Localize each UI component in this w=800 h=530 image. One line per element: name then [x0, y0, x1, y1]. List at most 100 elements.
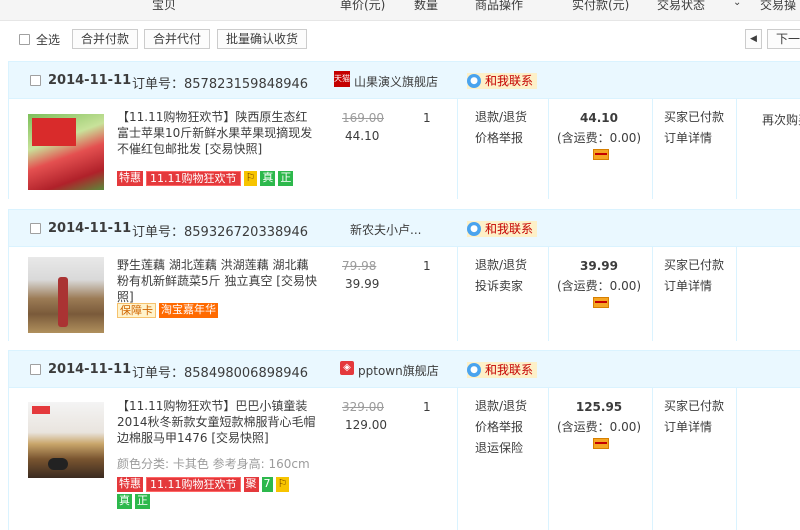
- tag-authentic: 正: [135, 494, 150, 509]
- col-header-more: 交易操: [760, 0, 797, 12]
- tag-ju: 聚: [243, 477, 259, 492]
- order-date: 2014-11-11: [48, 73, 132, 88]
- merge-proxy-button[interactable]: 合并代付: [144, 29, 211, 49]
- refund-link[interactable]: 退款/退货: [475, 107, 527, 128]
- order-detail-link[interactable]: 订单详情: [664, 276, 724, 297]
- price-report-link[interactable]: 价格举报: [475, 417, 527, 438]
- buy-again-link[interactable]: 再次购买: [762, 111, 800, 128]
- col-header-ops: 商品操作: [475, 0, 524, 12]
- refund-link[interactable]: 退款/退货: [475, 255, 527, 276]
- quantity: 1: [423, 400, 431, 414]
- tag-genuine: 真: [117, 494, 132, 509]
- tmall-shop-icon: 天猫: [334, 71, 350, 87]
- product-title-link[interactable]: 【11.11购物狂欢节】巴巴小镇童装2014秋冬新款女童短款棉服背心毛帽边棉服马…: [117, 398, 317, 446]
- tmall-shop-icon: ◈: [340, 361, 354, 375]
- order-detail-link[interactable]: 订单详情: [664, 417, 724, 438]
- col-header-paid: 实付款(元): [572, 0, 630, 12]
- shipping-note: (含运费：0.00): [557, 279, 642, 293]
- contact-seller-button[interactable]: ● 和我联系: [467, 362, 538, 378]
- product-tags: 特惠 11.11购物狂欢节聚 7 ⚐: [117, 477, 292, 493]
- trade-status: 买家已付款 订单详情: [664, 107, 724, 149]
- order-header: 2014-11-11 订单号：857823159848946 天猫 山果演义旗舰…: [9, 62, 800, 99]
- order-date: 2014-11-11: [48, 221, 132, 236]
- tag-guarantee-icon: ⚐: [275, 477, 290, 492]
- tag-tehui: 特惠: [117, 171, 143, 186]
- shop-name-link[interactable]: 新农夫小卢...: [350, 221, 421, 238]
- order-header: 2014-11-11 订单号：858498006898946 ◈ pptown旗…: [9, 351, 800, 388]
- next-page-button[interactable]: 下一: [767, 29, 800, 49]
- tag-7day-return: 7: [261, 477, 273, 492]
- order-card: 2014-11-11 订单号：858498006898946 ◈ pptown旗…: [8, 350, 800, 530]
- quantity: 1: [423, 111, 431, 125]
- contact-seller-label: 和我联系: [485, 222, 534, 236]
- refund-link[interactable]: 退款/退货: [475, 396, 527, 417]
- thumbnail-figure-graphic: [58, 277, 68, 327]
- item-ops: 退款/退货 价格举报: [475, 107, 527, 149]
- product-thumbnail-apple[interactable]: [28, 114, 104, 190]
- order-number: 订单号：859326720338946: [132, 225, 309, 240]
- product-thumbnail-lotus-root[interactable]: [28, 257, 104, 333]
- trade-status: 买家已付款 订单详情: [664, 396, 724, 438]
- product-thumbnail-vest[interactable]: [28, 402, 104, 478]
- product-attributes: 颜色分类: 卡其色 参考身高: 160cm: [117, 457, 310, 471]
- col-header-qty: 数量: [414, 0, 439, 12]
- shipping-note: (含运费：0.00): [557, 420, 642, 434]
- batch-confirm-button[interactable]: 批量确认收货: [217, 29, 308, 49]
- total-paid: 44.10: [580, 111, 618, 125]
- order-checkbox[interactable]: [30, 364, 41, 375]
- col-header-status: 交易状态: [657, 0, 706, 12]
- tag-authentic: 正: [278, 171, 294, 186]
- payment-card-icon: [593, 438, 609, 449]
- original-price: 79.98: [342, 259, 377, 273]
- order-checkbox[interactable]: [30, 223, 41, 234]
- order-date: 2014-11-11: [48, 362, 132, 377]
- product-title-link[interactable]: 野生莲藕 湖北莲藕 洪湖莲藕 湖北藕 粉有机新鲜蔬菜5斤 独立真空 [交易快照]: [117, 257, 317, 305]
- shop-name-link[interactable]: pptown旗舰店: [358, 362, 439, 379]
- unit-price: 39.99: [345, 277, 380, 291]
- select-all-label: 全选: [36, 33, 61, 47]
- select-all-checkbox[interactable]: [19, 34, 30, 45]
- merge-pay-button[interactable]: 合并付款: [72, 29, 139, 49]
- chat-icon: ●: [467, 222, 481, 236]
- status-text: 买家已付款: [664, 258, 725, 272]
- order-number: 订单号：858498006898946: [132, 366, 309, 381]
- order-checkbox[interactable]: [30, 75, 41, 86]
- product-tags: 保障卡 淘宝嘉年华: [117, 303, 221, 319]
- total-paid: 125.95: [575, 400, 623, 414]
- payment-card-icon: [593, 149, 609, 160]
- order-body: 【11.11购物狂欢节】陕西原生态红富士苹果10斤新鲜水果苹果现摘现发不催红包邮…: [9, 99, 800, 199]
- product-title-link[interactable]: 【11.11购物狂欢节】陕西原生态红富士苹果10斤新鲜水果苹果现摘现发不催红包邮…: [117, 109, 317, 157]
- col-header-item: 宝贝: [152, 0, 177, 12]
- contact-seller-button[interactable]: ● 和我联系: [467, 73, 538, 89]
- prev-page-button[interactable]: ◀: [745, 29, 762, 49]
- unit-price: 44.10: [345, 129, 380, 143]
- chevron-down-icon[interactable]: ⌄: [733, 0, 741, 8]
- tag-genuine: 真: [260, 171, 276, 186]
- original-price: 169.00: [342, 111, 384, 125]
- product-tags-row2: 真正: [117, 494, 153, 510]
- order-card: 2014-11-11 订单号：859326720338946 新农夫小卢... …: [8, 209, 800, 341]
- batch-toolbar: 全选 合并付款 合并代付 批量确认收货 ◀ 下一: [0, 21, 800, 57]
- shop-name-link[interactable]: 山果演义旗舰店: [354, 73, 438, 90]
- payment-card-icon: [593, 297, 609, 308]
- chat-icon: ●: [467, 363, 481, 377]
- complain-seller-link[interactable]: 投诉卖家: [475, 276, 527, 297]
- tag-guarantee-card: 保障卡: [117, 303, 156, 318]
- tag-1111-festival: 11.11购物狂欢节: [146, 477, 241, 492]
- tag-1111-festival: 11.11购物狂欢节: [146, 171, 241, 186]
- return-insurance-link[interactable]: 退运保险: [475, 438, 527, 459]
- contact-seller-button[interactable]: ● 和我联系: [467, 221, 538, 237]
- order-number: 订单号：857823159848946: [132, 77, 309, 92]
- col-header-unit-price: 单价(元): [340, 0, 386, 12]
- order-detail-link[interactable]: 订单详情: [664, 128, 724, 149]
- shipping-note: (含运费：0.00): [557, 131, 642, 145]
- price-report-link[interactable]: 价格举报: [475, 128, 527, 149]
- item-ops: 退款/退货 价格举报 退运保险: [475, 396, 527, 459]
- status-text: 买家已付款: [664, 110, 725, 124]
- item-ops: 退款/退货 投诉卖家: [475, 255, 527, 297]
- order-header: 2014-11-11 订单号：859326720338946 新农夫小卢... …: [9, 210, 800, 247]
- tag-tehui: 特惠: [117, 477, 143, 492]
- original-price: 329.00: [342, 400, 384, 414]
- order-body: 【11.11购物狂欢节】巴巴小镇童装2014秋冬新款女童短款棉服背心毛帽边棉服马…: [9, 388, 800, 530]
- tag-taobao-carnival: 淘宝嘉年华: [159, 303, 218, 318]
